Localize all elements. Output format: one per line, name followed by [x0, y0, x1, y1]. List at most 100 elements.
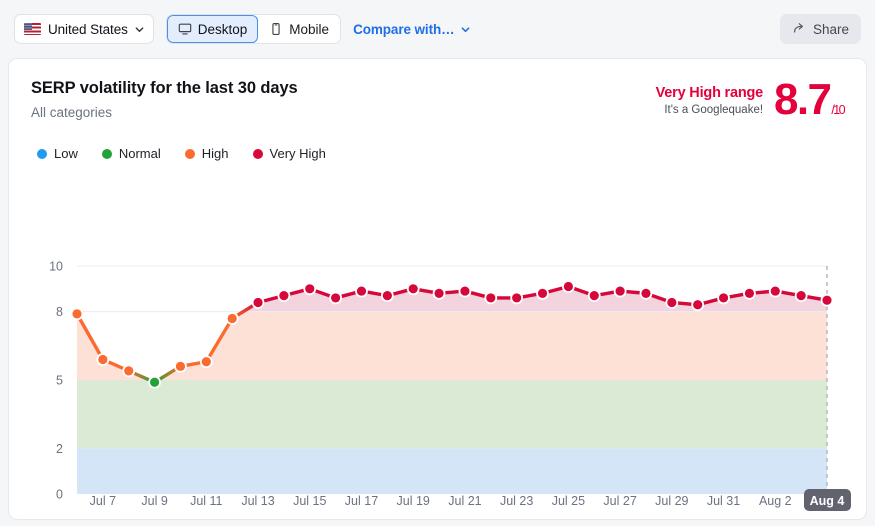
y-axis-tick: 2	[56, 442, 63, 456]
legend-item-very-high[interactable]: Very High	[252, 146, 326, 161]
data-point-dot	[589, 291, 599, 301]
data-point[interactable]	[794, 289, 808, 303]
desktop-icon	[178, 22, 192, 36]
x-axis-tick[interactable]: Jul 27	[603, 494, 636, 508]
legend-label-very-high: Very High	[269, 146, 326, 161]
data-point-dot	[356, 286, 367, 296]
data-point[interactable]	[329, 291, 343, 305]
data-point[interactable]	[639, 286, 653, 300]
data-point[interactable]	[536, 286, 549, 300]
x-axis-tick[interactable]: Aug 4	[810, 494, 845, 508]
data-point[interactable]	[613, 284, 627, 298]
data-point[interactable]	[458, 284, 472, 298]
data-point[interactable]	[199, 355, 213, 369]
device-tab-desktop-label: Desktop	[197, 21, 248, 37]
data-point[interactable]	[406, 282, 420, 296]
data-point[interactable]	[303, 282, 317, 296]
x-axis-tick[interactable]: Jul 19	[397, 494, 430, 508]
x-axis-tick[interactable]: Jul 21	[448, 494, 481, 508]
data-point-dot	[72, 309, 82, 319]
data-point[interactable]	[743, 286, 756, 300]
x-axis-tick[interactable]: Jul 11	[190, 494, 222, 508]
data-point[interactable]	[148, 375, 161, 389]
score-text-block: Very High range It's a Googlequake!	[656, 81, 764, 116]
x-axis-tick[interactable]: Jul 31	[707, 494, 740, 508]
country-selector-label: United States	[48, 21, 128, 37]
band-low	[77, 448, 827, 494]
data-point[interactable]	[587, 289, 601, 303]
data-point-dot	[279, 291, 289, 301]
data-point[interactable]	[122, 364, 136, 378]
x-axis-tick[interactable]: Aug 2	[759, 494, 792, 508]
legend-item-low[interactable]: Low	[37, 146, 78, 161]
data-point[interactable]	[96, 353, 110, 366]
data-point[interactable]	[355, 284, 368, 298]
country-selector[interactable]: United States	[14, 14, 154, 44]
data-point[interactable]	[277, 289, 291, 303]
device-tab-mobile-label: Mobile	[289, 21, 330, 37]
volatility-card: SERP volatility for the last 30 days All…	[8, 58, 867, 520]
data-point-dot	[822, 295, 832, 305]
chevron-down-icon	[461, 25, 470, 34]
data-point[interactable]	[484, 291, 498, 305]
x-axis-tick[interactable]: Jul 7	[90, 494, 116, 508]
y-axis-tick: 10	[49, 260, 63, 274]
share-button-label: Share	[812, 21, 849, 37]
chart-canvas: 0 2 5 8 10 Jul 7 Jul 9 Jul 11 Jul 13 Jul 15 Jul 17…	[49, 260, 851, 511]
data-point-dot	[434, 288, 444, 298]
share-button[interactable]: Share	[779, 14, 861, 44]
legend-item-high[interactable]: High	[184, 146, 229, 161]
top-toolbar: United States Desktop Mobile Compare wit…	[0, 0, 875, 58]
data-point[interactable]	[70, 307, 84, 321]
x-axis-tick[interactable]: Jul 9	[141, 494, 167, 508]
score-block: Very High range It's a Googlequake! 8.7/…	[656, 78, 846, 122]
range-note: It's a Googlequake!	[664, 104, 764, 116]
data-point-dot	[460, 286, 470, 296]
y-axis-tick: 5	[56, 374, 63, 388]
x-axis-tick[interactable]: Jul 15	[293, 494, 326, 508]
compare-with-label: Compare with…	[353, 21, 455, 37]
data-point[interactable]	[174, 359, 187, 373]
data-point[interactable]	[820, 293, 834, 307]
x-axis-tick[interactable]: Jul 13	[241, 494, 274, 508]
data-point-dot	[124, 366, 134, 376]
volatility-chart[interactable]: 0 2 5 8 10 Jul 7 Jul 9 Jul 11 Jul 13 Jul 15 Jul 17…	[9, 245, 866, 519]
x-axis-tick[interactable]: Jul 17	[345, 494, 378, 508]
device-tab-desktop[interactable]: Desktop	[166, 15, 259, 43]
y-axis-tick: 8	[56, 305, 63, 319]
x-axis-tick[interactable]: Jul 25	[552, 494, 585, 508]
data-point[interactable]	[510, 291, 524, 305]
data-point-dot	[641, 288, 651, 298]
mobile-icon	[269, 22, 283, 36]
data-point[interactable]	[561, 280, 575, 293]
data-point[interactable]	[380, 289, 394, 303]
score-value-wrap: 8.7/10	[774, 78, 846, 122]
data-point-dot	[693, 300, 703, 310]
device-tab-mobile[interactable]: Mobile	[258, 15, 341, 43]
data-point[interactable]	[665, 296, 679, 309]
data-point[interactable]	[717, 291, 730, 305]
data-point-dot	[331, 293, 341, 303]
compare-with-dropdown[interactable]: Compare with…	[353, 22, 469, 37]
data-point[interactable]	[225, 312, 239, 325]
data-point[interactable]	[768, 284, 782, 298]
x-axis-tick[interactable]: Jul 29	[655, 494, 688, 508]
score-value: 8.7	[774, 75, 832, 124]
x-axis-tick[interactable]: Jul 23	[500, 494, 533, 508]
card-header: SERP volatility for the last 30 days All…	[9, 59, 866, 122]
device-toggle-group: Desktop Mobile	[165, 14, 342, 44]
share-arrow-icon	[792, 21, 806, 38]
band-normal	[77, 380, 827, 449]
data-point-dot	[615, 286, 625, 296]
legend-item-normal[interactable]: Normal	[101, 146, 161, 161]
legend-label-normal: Normal	[118, 146, 161, 161]
us-flag-icon	[24, 23, 41, 35]
legend-dot-high	[184, 148, 195, 159]
data-point-dot	[718, 293, 729, 303]
data-point-dot	[98, 354, 108, 365]
data-point[interactable]	[691, 298, 705, 312]
data-point[interactable]	[251, 296, 265, 309]
card-title-block: SERP volatility for the last 30 days All…	[31, 79, 298, 120]
data-point-dot	[227, 313, 237, 324]
data-point[interactable]	[432, 286, 446, 300]
